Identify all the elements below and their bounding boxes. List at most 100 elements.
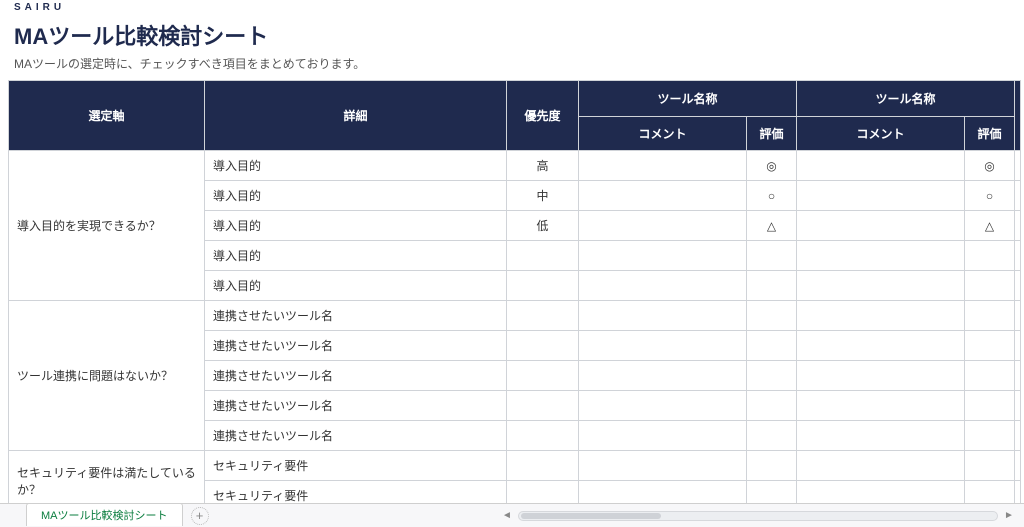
table-row[interactable]: 導入目的を実現できるか？導入目的高◎◎: [9, 151, 1021, 181]
priority-cell[interactable]: [507, 451, 579, 481]
table-row[interactable]: セキュリティ要件は満たしているか？セキュリティ要件: [9, 451, 1021, 481]
tail-cell[interactable]: [1015, 301, 1021, 331]
score-a-cell[interactable]: [747, 361, 797, 391]
detail-cell[interactable]: 導入目的: [205, 181, 507, 211]
score-a-cell[interactable]: [747, 301, 797, 331]
comment-b-cell[interactable]: [797, 331, 965, 361]
detail-cell[interactable]: 連携させたいツール名: [205, 421, 507, 451]
detail-cell[interactable]: 導入目的: [205, 271, 507, 301]
score-b-cell[interactable]: △: [965, 211, 1015, 241]
score-b-cell[interactable]: [965, 331, 1015, 361]
priority-cell[interactable]: [507, 481, 579, 504]
detail-cell[interactable]: 連携させたいツール名: [205, 301, 507, 331]
priority-cell[interactable]: 中: [507, 181, 579, 211]
tail-cell[interactable]: [1015, 181, 1021, 211]
score-a-cell[interactable]: ○: [747, 181, 797, 211]
score-a-cell[interactable]: [747, 271, 797, 301]
score-a-cell[interactable]: △: [747, 211, 797, 241]
detail-cell[interactable]: 連携させたいツール名: [205, 391, 507, 421]
score-b-cell[interactable]: [965, 241, 1015, 271]
tail-cell[interactable]: [1015, 481, 1021, 504]
comment-a-cell[interactable]: [579, 481, 747, 504]
score-b-cell[interactable]: [965, 421, 1015, 451]
score-b-cell[interactable]: [965, 391, 1015, 421]
col-priority[interactable]: 優先度: [507, 81, 579, 151]
detail-cell[interactable]: セキュリティ要件: [205, 481, 507, 504]
comment-a-cell[interactable]: [579, 181, 747, 211]
table-row[interactable]: ツール連携に問題はないか？連携させたいツール名: [9, 301, 1021, 331]
score-b-cell[interactable]: [965, 271, 1015, 301]
tail-cell[interactable]: [1015, 391, 1021, 421]
tail-cell[interactable]: [1015, 451, 1021, 481]
comment-b-cell[interactable]: [797, 421, 965, 451]
tail-cell[interactable]: [1015, 211, 1021, 241]
score-b-cell[interactable]: ◎: [965, 151, 1015, 181]
col-score-a[interactable]: 評価: [747, 117, 797, 151]
priority-cell[interactable]: [507, 361, 579, 391]
tail-cell[interactable]: [1015, 271, 1021, 301]
tail-cell[interactable]: [1015, 151, 1021, 181]
comment-a-cell[interactable]: [579, 271, 747, 301]
comment-a-cell[interactable]: [579, 421, 747, 451]
col-tool-b[interactable]: ツール名称: [797, 81, 1015, 117]
score-a-cell[interactable]: [747, 451, 797, 481]
comment-b-cell[interactable]: [797, 391, 965, 421]
detail-cell[interactable]: 連携させたいツール名: [205, 331, 507, 361]
score-a-cell[interactable]: ◎: [747, 151, 797, 181]
sheet-tab[interactable]: MAツール比較検討シート: [26, 503, 183, 526]
col-comment-a[interactable]: コメント: [579, 117, 747, 151]
priority-cell[interactable]: [507, 421, 579, 451]
comment-b-cell[interactable]: [797, 451, 965, 481]
score-a-cell[interactable]: [747, 391, 797, 421]
detail-cell[interactable]: 導入目的: [205, 151, 507, 181]
comment-a-cell[interactable]: [579, 241, 747, 271]
comment-b-cell[interactable]: [797, 151, 965, 181]
priority-cell[interactable]: [507, 241, 579, 271]
add-sheet-button[interactable]: +: [191, 507, 209, 525]
comment-b-cell[interactable]: [797, 181, 965, 211]
col-comment-b[interactable]: コメント: [797, 117, 965, 151]
comment-a-cell[interactable]: [579, 331, 747, 361]
comment-b-cell[interactable]: [797, 481, 965, 504]
priority-cell[interactable]: [507, 271, 579, 301]
score-a-cell[interactable]: [747, 421, 797, 451]
comment-b-cell[interactable]: [797, 211, 965, 241]
priority-cell[interactable]: [507, 391, 579, 421]
comment-b-cell[interactable]: [797, 301, 965, 331]
score-a-cell[interactable]: [747, 331, 797, 361]
priority-cell[interactable]: 高: [507, 151, 579, 181]
comment-b-cell[interactable]: [797, 241, 965, 271]
detail-cell[interactable]: 導入目的: [205, 241, 507, 271]
scroll-track[interactable]: [518, 511, 998, 521]
col-axis[interactable]: 選定軸: [9, 81, 205, 151]
comment-a-cell[interactable]: [579, 361, 747, 391]
tail-cell[interactable]: [1015, 241, 1021, 271]
comment-b-cell[interactable]: [797, 361, 965, 391]
tail-cell[interactable]: [1015, 421, 1021, 451]
comment-a-cell[interactable]: [579, 151, 747, 181]
priority-cell[interactable]: [507, 301, 579, 331]
scroll-right-icon[interactable]: ►: [1002, 510, 1016, 521]
score-a-cell[interactable]: [747, 481, 797, 504]
score-b-cell[interactable]: [965, 481, 1015, 504]
axis-cell[interactable]: ツール連携に問題はないか？: [9, 301, 205, 451]
axis-cell[interactable]: 導入目的を実現できるか？: [9, 151, 205, 301]
scroll-thumb[interactable]: [521, 513, 661, 519]
col-score-b[interactable]: 評価: [965, 117, 1015, 151]
axis-cell[interactable]: セキュリティ要件は満たしているか？: [9, 451, 205, 504]
comment-b-cell[interactable]: [797, 271, 965, 301]
score-a-cell[interactable]: [747, 241, 797, 271]
comment-a-cell[interactable]: [579, 391, 747, 421]
col-tool-a[interactable]: ツール名称: [579, 81, 797, 117]
scroll-left-icon[interactable]: ◄: [500, 510, 514, 521]
score-b-cell[interactable]: [965, 361, 1015, 391]
score-b-cell[interactable]: ○: [965, 181, 1015, 211]
tail-cell[interactable]: [1015, 361, 1021, 391]
tail-cell[interactable]: [1015, 331, 1021, 361]
detail-cell[interactable]: セキュリティ要件: [205, 451, 507, 481]
score-b-cell[interactable]: [965, 451, 1015, 481]
detail-cell[interactable]: 導入目的: [205, 211, 507, 241]
priority-cell[interactable]: 低: [507, 211, 579, 241]
comment-a-cell[interactable]: [579, 211, 747, 241]
detail-cell[interactable]: 連携させたいツール名: [205, 361, 507, 391]
